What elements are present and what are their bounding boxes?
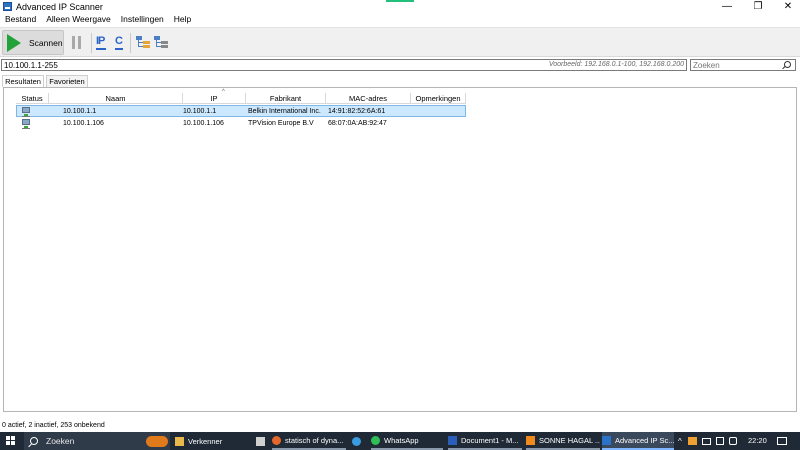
cell-ip: 10.100.1.1 — [183, 108, 217, 115]
ip-scanner-icon — [602, 435, 611, 445]
caption-accent — [386, 0, 414, 2]
task-label: Document1 - M... — [461, 435, 519, 445]
system-tray: ^ — [678, 432, 741, 450]
task-label: Advanced IP Sc... — [615, 435, 674, 445]
close-button[interactable]: ✕ — [773, 0, 800, 13]
range-example-text: Voorbeeld: 192.168.0.1-100, 192.168.0.20… — [548, 61, 684, 68]
task-label: SONNE HAGAL ... — [539, 435, 600, 445]
firefox-icon — [272, 435, 281, 445]
toolbar-separator — [91, 33, 92, 53]
cell-mac: 14:91:82:52:6A:61 — [328, 108, 386, 115]
cell-ip: 10.100.1.106 — [183, 120, 224, 127]
ip-icon[interactable]: IP — [96, 35, 107, 50]
menu-help[interactable]: Help — [169, 13, 196, 26]
task-telegram[interactable] — [352, 432, 366, 450]
folder-icon — [175, 436, 184, 446]
column-header-fabrikant[interactable]: Fabrikant — [246, 93, 326, 104]
toolbar-separator — [130, 33, 131, 53]
search-input[interactable] — [690, 59, 796, 71]
table-row[interactable]: 10.100.1.1 10.100.1.1 Belkin Internation… — [16, 105, 466, 117]
task-file[interactable] — [256, 432, 270, 450]
c-subnet-icon[interactable]: C — [115, 35, 123, 50]
maximize-button[interactable]: ❐ — [743, 0, 773, 13]
word-icon — [448, 435, 457, 445]
cell-fabrikant: TPVision Europe B.V — [248, 120, 314, 127]
cell-naam: 10.100.1.1 — [63, 108, 97, 115]
tab-bar: Resultaten Favorieten — [0, 75, 800, 87]
task-label: WhatsApp — [384, 435, 419, 445]
computer-icon — [22, 107, 30, 117]
taskbar: Zoeken Verkenner statisch of dyna... Wha… — [0, 432, 800, 450]
taskbar-search-placeholder: Zoeken — [46, 436, 75, 446]
battery-icon[interactable] — [687, 437, 697, 445]
telegram-icon — [352, 436, 361, 446]
notification-icon[interactable] — [777, 437, 787, 445]
column-header-mac-adres[interactable]: MAC-adres — [326, 93, 411, 104]
display-icon[interactable] — [701, 437, 711, 445]
whatsapp-icon — [371, 435, 380, 445]
menu-alleen-weergave[interactable]: Alleen Weergave — [41, 13, 116, 26]
scan-label: Scannen — [29, 37, 63, 48]
menu-bestand[interactable]: Bestand — [0, 13, 41, 26]
speaker-icon[interactable] — [728, 437, 737, 445]
task-vlc[interactable]: SONNE HAGAL ... — [526, 432, 600, 450]
cell-fabrikant: Belkin International Inc. — [248, 108, 321, 115]
minimize-button[interactable]: — — [712, 0, 742, 13]
task-label: statisch of dyna... — [285, 435, 344, 445]
play-icon — [7, 33, 21, 52]
computer-icon — [22, 119, 30, 129]
expand-all-icon[interactable] — [136, 36, 150, 49]
collapse-all-icon[interactable] — [154, 36, 168, 49]
search-highlight-icon — [146, 436, 168, 447]
task-label: Verkenner — [188, 436, 223, 446]
pause-icon[interactable] — [72, 36, 82, 49]
column-header-ip[interactable]: IP — [183, 93, 246, 104]
task-firefox[interactable]: statisch of dyna... — [272, 432, 346, 450]
windows-start-icon[interactable] — [6, 436, 16, 446]
toolbar: Scannen IP C — [0, 27, 800, 57]
table-row[interactable]: 10.100.1.106 10.100.1.106 TPVision Europ… — [16, 118, 466, 130]
status-bar: 0 actief, 2 inactief, 253 onbekend — [2, 422, 105, 429]
task-verkenner[interactable]: Verkenner — [175, 432, 255, 450]
column-header-naam[interactable]: Naam — [49, 93, 183, 104]
task-word[interactable]: Document1 - M... — [448, 432, 522, 450]
chevron-up-icon[interactable]: ^ — [678, 437, 682, 446]
vlc-icon — [526, 435, 535, 445]
search-icon[interactable] — [784, 61, 791, 68]
results-panel: Status Naam ^ IP Fabrikant MAC-adres Opm… — [3, 87, 797, 412]
title-bar: Advanced IP Scanner — ❐ ✕ — [0, 0, 800, 13]
tab-favorieten[interactable]: Favorieten — [46, 75, 88, 87]
scan-button[interactable]: Scannen — [2, 30, 64, 55]
window-title: Advanced IP Scanner — [16, 1, 103, 12]
task-advanced-ip-scanner[interactable]: Advanced IP Sc... — [602, 432, 674, 450]
menu-bar: Bestand Alleen Weergave Instellingen Hel… — [0, 13, 800, 26]
column-header-status[interactable]: Status — [16, 93, 49, 104]
file-icon — [256, 436, 265, 446]
menu-instellingen[interactable]: Instellingen — [116, 13, 169, 26]
app-icon — [3, 2, 12, 11]
network-icon[interactable] — [715, 437, 724, 445]
taskbar-clock[interactable]: 22:20 — [748, 432, 767, 450]
cell-mac: 68:07:0A:AB:92:47 — [328, 120, 387, 127]
address-row: Voorbeeld: 192.168.0.1-100, 192.168.0.20… — [0, 58, 800, 72]
tab-resultaten[interactable]: Resultaten — [2, 75, 44, 87]
cell-naam: 10.100.1.106 — [63, 120, 104, 127]
search-icon — [30, 437, 38, 445]
column-header-opmerkingen[interactable]: Opmerkingen — [411, 93, 466, 104]
task-whatsapp[interactable]: WhatsApp — [371, 432, 443, 450]
